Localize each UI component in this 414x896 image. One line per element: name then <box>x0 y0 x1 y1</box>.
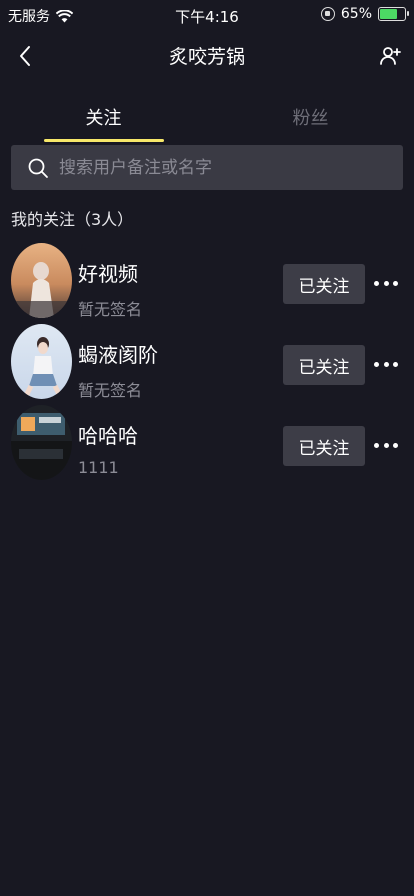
tab-following-label: 关注 <box>85 108 122 129</box>
dot <box>374 361 379 367</box>
nav-bar: 炙咬芳锅 <box>0 30 414 82</box>
avatar[interactable] <box>11 324 72 399</box>
avatar-image <box>11 243 72 318</box>
dot <box>383 361 389 367</box>
more-options-icon[interactable] <box>370 351 402 377</box>
page-title: 炙咬芳锅 <box>168 46 245 68</box>
followed-button[interactable]: 已关注 <box>283 345 365 385</box>
user-name: 好视频 <box>78 262 138 286</box>
dot <box>383 280 389 286</box>
list-item[interactable]: 哈哈哈 1111 已关注 <box>0 402 414 483</box>
battery-charging-icon <box>378 7 409 21</box>
status-bar: 无服务 下午4:16 65% <box>0 0 414 30</box>
user-signature: 暂无签名 <box>78 381 143 400</box>
dot <box>374 280 379 286</box>
more-options-icon[interactable] <box>370 432 402 458</box>
search-bar <box>11 145 403 190</box>
avatar-image <box>11 324 72 399</box>
battery-fill <box>380 9 397 19</box>
dot <box>393 442 398 448</box>
dot <box>383 442 389 448</box>
avatar[interactable] <box>11 243 72 318</box>
list-item[interactable]: 好视频 暂无签名 已关注 <box>0 240 414 321</box>
avatar-image <box>11 405 72 480</box>
user-name: 蝎液阂阶 <box>78 343 158 367</box>
avatar[interactable] <box>11 405 72 480</box>
following-list: 好视频 暂无签名 已关注 蝎液阂阶 暂无签名 已关注 哈哈哈 1111 已关注 <box>0 240 414 483</box>
more-options-icon[interactable] <box>370 270 402 296</box>
tab-followers-label: 粉丝 <box>292 108 329 129</box>
tab-bar: 关注 粉丝 <box>0 92 414 142</box>
tab-followers[interactable]: 粉丝 <box>207 92 414 142</box>
tab-following[interactable]: 关注 <box>0 92 207 142</box>
battery-cap <box>407 11 409 16</box>
dot <box>393 280 398 286</box>
followed-button[interactable]: 已关注 <box>283 426 365 466</box>
list-item[interactable]: 蝎液阂阶 暂无签名 已关注 <box>0 321 414 402</box>
user-signature: 暂无签名 <box>78 300 143 319</box>
user-signature: 1111 <box>78 458 119 477</box>
user-name: 哈哈哈 <box>78 424 138 448</box>
section-title: 我的关注（3人） <box>11 210 134 229</box>
orientation-lock-icon <box>320 7 335 21</box>
battery-percent: 65% <box>340 6 372 22</box>
status-right: 65% <box>320 6 409 22</box>
dot <box>393 361 398 367</box>
tab-active-indicator <box>43 139 164 142</box>
add-friend-icon[interactable] <box>376 42 404 70</box>
search-icon <box>28 158 48 178</box>
dot <box>374 442 379 448</box>
followed-button[interactable]: 已关注 <box>283 264 365 304</box>
search-input[interactable] <box>57 156 403 179</box>
